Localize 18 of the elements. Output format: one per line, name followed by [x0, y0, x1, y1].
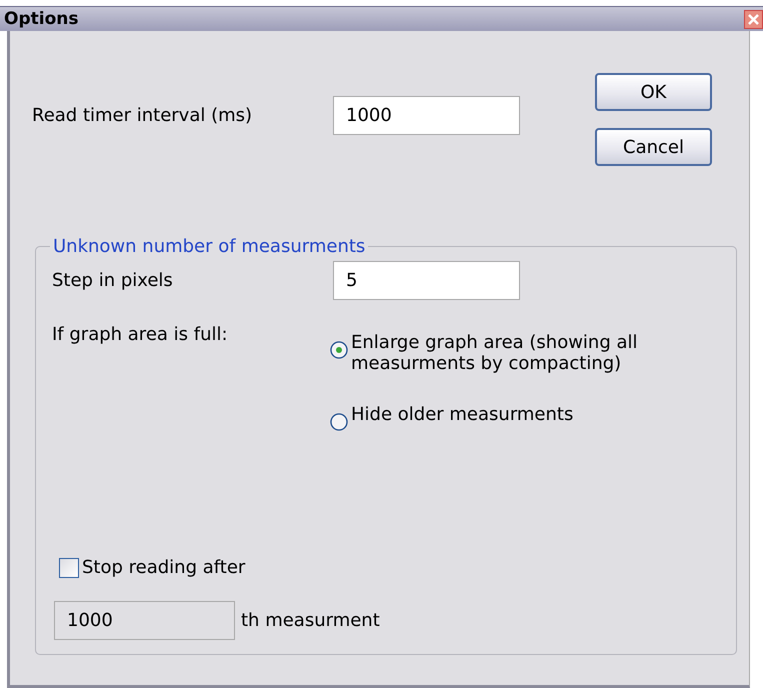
dialog-button[interactable]: Cancel: [595, 128, 712, 166]
close-button[interactable]: [744, 10, 763, 28]
interval-field[interactable]: 1000: [333, 96, 520, 134]
window-title: Options: [4, 9, 78, 29]
dialog-button[interactable]: OK: [595, 73, 712, 111]
checkbox[interactable]: [59, 558, 79, 578]
step-label: Step in pixels: [52, 270, 173, 291]
radio-label: Enlarge graph area (showing all measurments by compacting): [351, 332, 639, 374]
radio-label: Hide older measurments: [351, 404, 574, 425]
full-label: If graph area is full:: [52, 324, 228, 345]
group-title: Unknown number of measurments: [52, 236, 366, 257]
checkbox-label: Stop reading after: [82, 557, 246, 578]
step-field[interactable]: 5: [333, 261, 520, 300]
count-suffix: th measurment: [241, 610, 380, 631]
radio-button[interactable]: [330, 341, 348, 359]
interval-label: Read timer interval (ms): [32, 104, 252, 126]
radio-button[interactable]: [330, 413, 348, 431]
close-icon: [748, 14, 759, 24]
